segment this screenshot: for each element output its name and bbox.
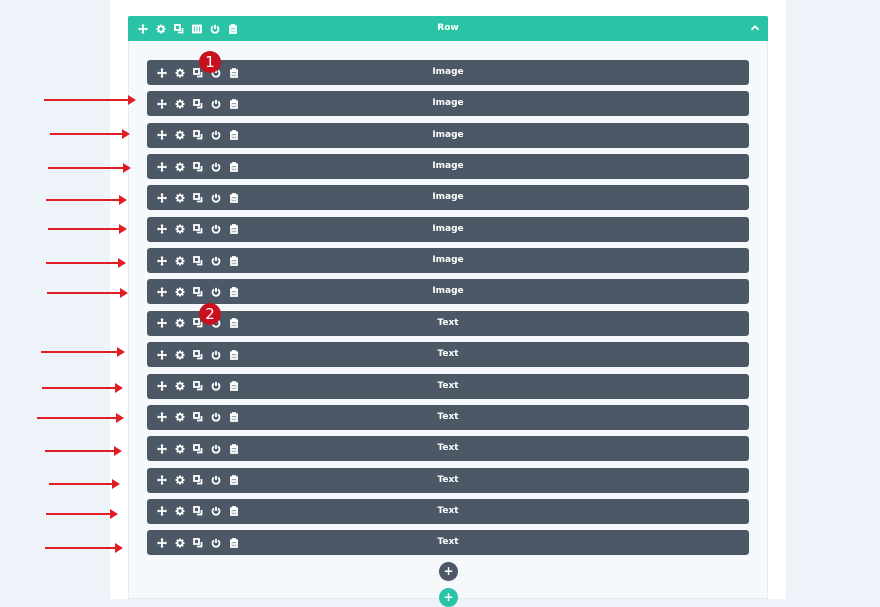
- module-title: Image: [432, 255, 464, 266]
- module-text[interactable]: Text: [147, 342, 749, 368]
- annotation-arrow: [44, 95, 136, 105]
- module-title: Text: [437, 411, 459, 422]
- annotation-arrow: [48, 163, 131, 173]
- module-title: Text: [437, 349, 459, 360]
- module-image[interactable]: Image: [147, 185, 749, 211]
- module-title: Image: [432, 161, 464, 172]
- module-image[interactable]: Image: [147, 60, 749, 85]
- annotation-arrow: [46, 195, 127, 205]
- annotation-arrow: [42, 383, 123, 393]
- annotation-arrow: [48, 224, 127, 234]
- module-title: Text: [437, 537, 459, 548]
- annotation-arrow: [45, 446, 122, 456]
- chevron-up-icon[interactable]: [750, 16, 760, 41]
- module-title: Image: [432, 192, 464, 203]
- row-title: Row: [437, 23, 459, 33]
- module-text[interactable]: Text: [147, 404, 749, 430]
- module-title: Text: [437, 443, 459, 454]
- module-title: Text: [437, 505, 459, 516]
- module-title: Image: [432, 223, 464, 234]
- callout-badge-2: 2: [199, 303, 221, 325]
- module-title: Image: [432, 286, 464, 297]
- module-title: Text: [437, 474, 459, 485]
- module-text[interactable]: Text: [147, 310, 749, 336]
- annotation-arrow: [47, 288, 128, 298]
- module-image[interactable]: Image: [147, 154, 749, 180]
- module-title: Text: [437, 317, 459, 328]
- module-title: Text: [437, 380, 459, 391]
- annotation-arrow: [45, 543, 123, 553]
- module-text[interactable]: Text: [147, 530, 749, 556]
- module-text[interactable]: Text: [147, 467, 749, 493]
- module-image[interactable]: Image: [147, 279, 749, 305]
- annotation-arrow: [49, 479, 120, 489]
- module-image[interactable]: Image: [147, 91, 749, 117]
- annotation-arrow: [46, 509, 118, 519]
- annotation-arrow: [37, 413, 124, 423]
- annotation-arrow: [50, 129, 130, 139]
- annotation-arrow: [46, 258, 126, 268]
- module-text[interactable]: Text: [147, 498, 749, 524]
- module-title: Image: [432, 67, 464, 77]
- add-module-button[interactable]: +: [439, 562, 458, 581]
- module-text[interactable]: Text: [147, 373, 749, 399]
- module-title: Image: [432, 98, 464, 109]
- row-header[interactable]: Row: [128, 16, 768, 41]
- module-image[interactable]: Image: [147, 216, 749, 242]
- module-image[interactable]: Image: [147, 122, 749, 148]
- annotation-arrow: [41, 347, 125, 357]
- callout-badge-1: 1: [199, 51, 221, 73]
- module-title: Image: [432, 129, 464, 140]
- module-text[interactable]: Text: [147, 436, 749, 462]
- add-row-button[interactable]: +: [439, 588, 458, 607]
- module-image[interactable]: Image: [147, 248, 749, 274]
